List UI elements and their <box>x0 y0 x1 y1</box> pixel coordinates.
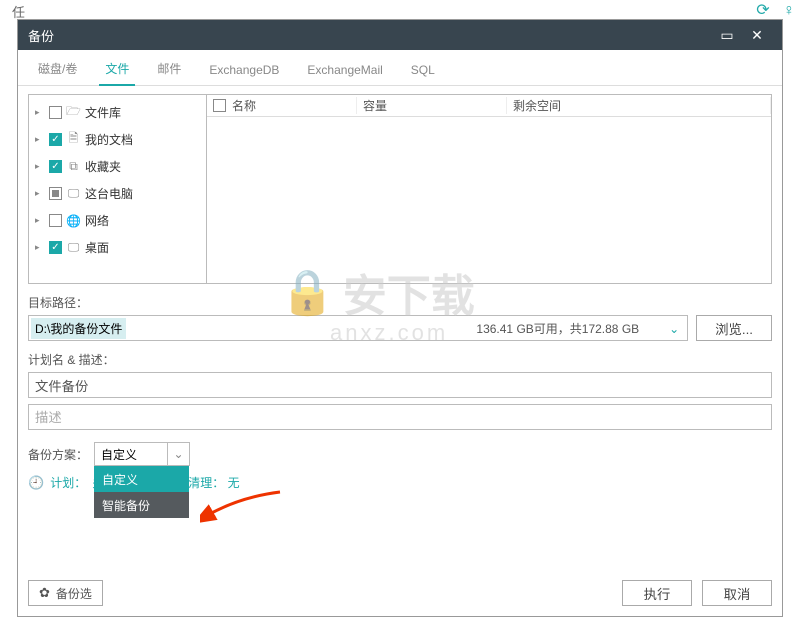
path-info: 136.41 GB可用，共172.88 GB <box>476 322 639 336</box>
target-label: 目标路径： <box>28 294 772 311</box>
expand-icon[interactable]: ▸ <box>35 215 45 226</box>
path-value: D:\我的备份文件 <box>31 318 126 339</box>
tree-label: 文件库 <box>85 104 121 121</box>
expand-icon[interactable]: ▸ <box>35 188 45 199</box>
tab-file[interactable]: 文件 <box>91 52 143 85</box>
tab-disk[interactable]: 磁盘/卷 <box>24 52 91 85</box>
tab-exchangedb[interactable]: ExchangeDB <box>195 55 293 85</box>
checkbox[interactable] <box>49 187 62 200</box>
checkbox[interactable]: ✓ <box>49 241 62 254</box>
checkbox[interactable] <box>49 106 62 119</box>
file-table: 名称 容量 剩余空间 <box>207 95 771 283</box>
tree-item-network[interactable]: ▸ 🌐 网络 <box>31 207 204 234</box>
favorites-icon: ⧉ <box>66 159 81 174</box>
tab-bar: 磁盘/卷 文件 邮件 ExchangeDB ExchangeMail SQL <box>18 50 782 86</box>
tree-item-documents[interactable]: ▸ ✓ 🗎 我的文档 <box>31 126 204 153</box>
description-input[interactable] <box>28 404 772 430</box>
expand-icon[interactable]: ▸ <box>35 161 45 172</box>
chevron-down-icon[interactable]: ⌄ <box>167 443 189 465</box>
checkbox[interactable]: ✓ <box>49 160 62 173</box>
expand-icon[interactable]: ▸ <box>35 107 45 118</box>
scheme-select[interactable]: 自定义 ⌄ 自定义 智能备份 <box>94 442 190 466</box>
table-header: 名称 容量 剩余空间 <box>207 95 771 117</box>
tab-exchangemail[interactable]: ExchangeMail <box>293 55 396 85</box>
tree-label: 收藏夹 <box>85 158 121 175</box>
backup-dialog: 备份 ▭ ✕ 磁盘/卷 文件 邮件 ExchangeDB ExchangeMai… <box>17 19 783 617</box>
tree-item-desktop[interactable]: ▸ ✓ 🖵 桌面 <box>31 234 204 261</box>
source-tree: ▸ 🗁 文件库 ▸ ✓ 🗎 我的文档 ▸ ✓ ⧉ 收藏夹 <box>29 95 207 283</box>
scheme-label: 备份方案： <box>28 446 88 463</box>
dropdown-option-custom[interactable]: 自定义 <box>94 466 189 492</box>
tree-item-computer[interactable]: ▸ 🖵 这台电脑 <box>31 180 204 207</box>
col-capacity[interactable]: 容量 <box>357 97 507 114</box>
tree-label: 网络 <box>85 212 109 229</box>
scheme-selected: 自定义 <box>95 443 167 465</box>
tree-item-favorites[interactable]: ▸ ✓ ⧉ 收藏夹 <box>31 153 204 180</box>
titlebar-title: 备份 <box>28 26 712 45</box>
expand-icon[interactable]: ▸ <box>35 134 45 145</box>
computer-icon: 🖵 <box>66 186 81 201</box>
tree-item-filelib[interactable]: ▸ 🗁 文件库 <box>31 99 204 126</box>
gear-icon: ✿ <box>39 585 50 601</box>
expand-icon[interactable]: ▸ <box>35 242 45 253</box>
execute-button[interactable]: 执行 <box>622 580 692 606</box>
backup-options-button[interactable]: ✿ 备份选 <box>28 580 103 606</box>
footer: ✿ 备份选 执行 取消 <box>28 580 772 606</box>
plan-key[interactable]: 计划： <box>50 474 86 491</box>
cleanup-value: 无 <box>228 476 240 490</box>
checkbox[interactable]: ✓ <box>49 133 62 146</box>
checkbox[interactable] <box>49 214 62 227</box>
tab-mail[interactable]: 邮件 <box>143 52 195 85</box>
maximize-button[interactable]: ▭ <box>712 27 742 44</box>
folder-icon: 🗁 <box>66 102 81 123</box>
scheme-dropdown: 自定义 智能备份 <box>94 466 189 518</box>
content: ▸ 🗁 文件库 ▸ ✓ 🗎 我的文档 ▸ ✓ ⧉ 收藏夹 <box>18 86 782 499</box>
tab-sql[interactable]: SQL <box>397 55 449 85</box>
plan-desc-label: 计划名 & 描述： <box>28 351 772 368</box>
split-pane: ▸ 🗁 文件库 ▸ ✓ 🗎 我的文档 ▸ ✓ ⧉ 收藏夹 <box>28 94 772 284</box>
desktop-icon: 🖵 <box>66 240 81 255</box>
network-icon: 🌐 <box>66 214 81 228</box>
col-name[interactable]: 名称 <box>207 97 357 114</box>
tree-label: 这台电脑 <box>85 185 133 202</box>
tree-label: 桌面 <box>85 239 109 256</box>
cancel-button[interactable]: 取消 <box>702 580 772 606</box>
dropdown-option-smart[interactable]: 智能备份 <box>94 492 189 518</box>
close-button[interactable]: ✕ <box>742 27 772 44</box>
document-icon: 🗎 <box>66 129 81 150</box>
select-all-checkbox[interactable] <box>213 99 226 112</box>
col-free[interactable]: 剩余空间 <box>507 97 771 114</box>
chevron-down-icon[interactable]: ⌄ <box>669 322 679 336</box>
target-path-input[interactable]: D:\我的备份文件 136.41 GB可用，共172.88 GB ⌄ <box>28 315 688 341</box>
plan-name-input[interactable] <box>28 372 772 398</box>
browse-button[interactable]: 浏览... <box>696 315 772 341</box>
titlebar: 备份 ▭ ✕ <box>18 20 782 50</box>
tree-label: 我的文档 <box>85 131 133 148</box>
clock-icon: 🕘 <box>28 475 44 491</box>
